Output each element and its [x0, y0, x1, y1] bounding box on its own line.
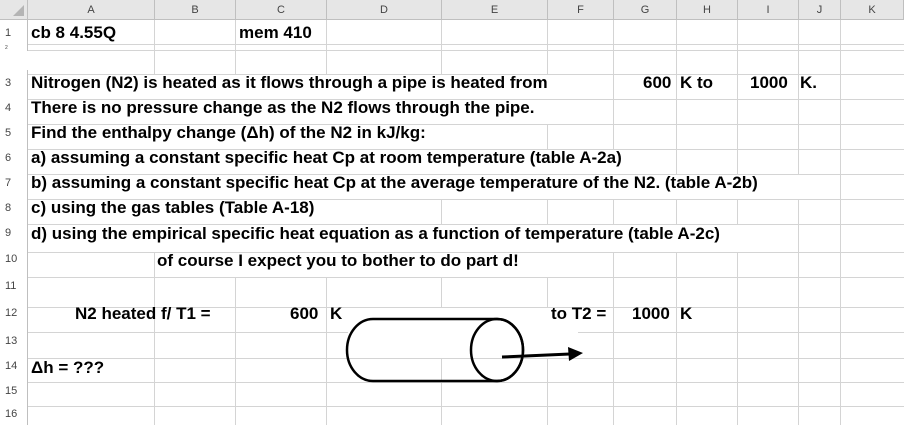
- cell-a14[interactable]: Δh = ???: [31, 355, 104, 380]
- cell-i3[interactable]: 1000: [750, 70, 788, 95]
- cell-a8[interactable]: c) using the gas tables (Table A-18): [31, 195, 314, 220]
- row-header-16[interactable]: 16: [0, 403, 28, 425]
- row-header-5[interactable]: 5: [0, 120, 28, 145]
- cell-a9[interactable]: d) using the empirical specific heat equ…: [31, 221, 720, 246]
- cell-d12[interactable]: K: [330, 299, 342, 329]
- cell-h12[interactable]: K: [680, 299, 692, 329]
- column-header-j[interactable]: J: [799, 0, 841, 20]
- row-header-8[interactable]: 8: [0, 195, 28, 220]
- cell-a12[interactable]: N2 heated f/ T1 =: [75, 299, 211, 329]
- cell-a3[interactable]: Nitrogen (N2) is heated as it flows thro…: [31, 70, 548, 95]
- row-header-13[interactable]: 13: [0, 328, 28, 353]
- row-header-6[interactable]: 6: [0, 145, 28, 170]
- cell-j3[interactable]: K.: [800, 70, 817, 95]
- row-header-12[interactable]: 12: [0, 298, 28, 328]
- cell-a7[interactable]: b) assuming a constant specific heat Cp …: [31, 170, 758, 195]
- column-header-c[interactable]: C: [236, 0, 327, 20]
- pipe-shape[interactable]: [345, 317, 525, 383]
- row-header-4[interactable]: 4: [0, 95, 28, 120]
- row-header-10[interactable]: 10: [0, 245, 28, 273]
- column-header-i[interactable]: I: [738, 0, 799, 20]
- cell-f12[interactable]: to T2 =: [551, 299, 606, 329]
- row-header-1[interactable]: 1: [0, 20, 28, 45]
- column-header-h[interactable]: H: [677, 0, 738, 20]
- cell-a4[interactable]: There is no pressure change as the N2 fl…: [31, 95, 534, 120]
- cell-a5[interactable]: Find the enthalpy change (Δh) of the N2 …: [31, 120, 426, 145]
- cell-g12[interactable]: 1000: [632, 299, 670, 329]
- column-header-e[interactable]: E: [442, 0, 548, 20]
- row-header-7[interactable]: 7: [0, 170, 28, 195]
- row-header-14[interactable]: 14: [0, 353, 28, 379]
- cell-c1[interactable]: mem 410: [239, 20, 312, 45]
- row-header-3[interactable]: 3: [0, 70, 28, 95]
- flow-arrow-icon[interactable]: [501, 347, 583, 361]
- cell-a1[interactable]: cb 8 4.55Q: [31, 20, 116, 45]
- column-header-b[interactable]: B: [155, 0, 236, 20]
- row-header-15[interactable]: 15: [0, 379, 28, 403]
- column-header-k[interactable]: K: [841, 0, 904, 20]
- column-header-g[interactable]: G: [614, 0, 677, 20]
- row-header-9[interactable]: 9: [0, 220, 28, 245]
- column-header-d[interactable]: D: [327, 0, 442, 20]
- column-header-a[interactable]: A: [28, 0, 155, 20]
- row-header-11[interactable]: 11: [0, 273, 28, 298]
- cell-b10[interactable]: of course I expect you to bother to do p…: [157, 248, 519, 273]
- row-header-2[interactable]: 2: [0, 45, 28, 51]
- cell-g3[interactable]: 600: [643, 70, 671, 95]
- column-headers: A B C D E F G H I J K: [0, 0, 904, 20]
- cell-a6[interactable]: a) assuming a constant specific heat Cp …: [31, 145, 622, 170]
- column-header-f[interactable]: F: [548, 0, 614, 20]
- cell-h3[interactable]: K to: [680, 70, 713, 95]
- cell-c12[interactable]: 600: [290, 299, 318, 329]
